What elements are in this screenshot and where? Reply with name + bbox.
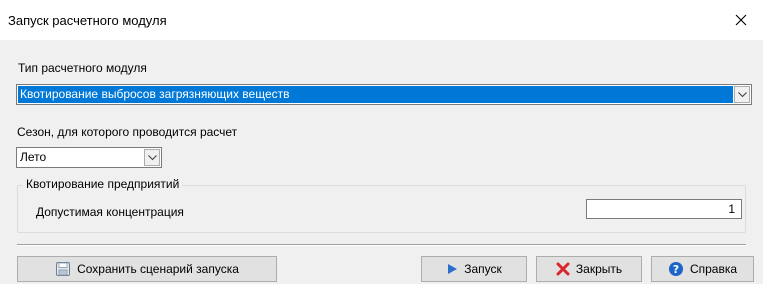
dialog-body: Тип расчетного модуля Квотирование выбро…: [0, 40, 763, 284]
window-close-button[interactable]: [719, 0, 763, 40]
help-button[interactable]: ? Справка: [651, 256, 754, 282]
close-label: Закрыть: [575, 262, 623, 276]
season-label: Сезон, для которого проводится расчет: [17, 125, 238, 139]
quota-group-legend: Квотирование предприятий: [23, 177, 183, 191]
close-button[interactable]: Закрыть: [536, 256, 642, 282]
run-button[interactable]: Запуск: [421, 256, 527, 282]
play-triangle-icon: [446, 263, 458, 275]
run-label: Запуск: [464, 262, 502, 276]
floppy-disk-icon: [55, 261, 71, 277]
season-dropdown-button[interactable]: [144, 149, 160, 166]
chevron-down-icon: [147, 154, 157, 160]
module-type-dropdown-button[interactable]: [734, 86, 750, 103]
window-title: Запуск расчетного модуля: [8, 13, 167, 28]
help-label: Справка: [689, 262, 738, 276]
season-select[interactable]: Лето: [16, 147, 162, 168]
save-scenario-label: Сохранить сценарий запуска: [77, 262, 239, 276]
allowed-concentration-label: Допустимая концентрация: [36, 205, 184, 219]
red-x-icon: [556, 262, 570, 276]
button-separator: [17, 244, 746, 246]
svg-text:?: ?: [673, 263, 679, 276]
module-type-label: Тип расчетного модуля: [18, 61, 147, 75]
module-type-value: Квотирование выбросов загрязняющих вещес…: [18, 86, 733, 103]
close-icon: [735, 14, 747, 26]
chevron-down-icon: [737, 91, 747, 97]
save-scenario-button[interactable]: Сохранить сценарий запуска: [17, 256, 277, 282]
allowed-concentration-input[interactable]: 1: [586, 199, 742, 219]
window-titlebar: Запуск расчетного модуля: [0, 0, 763, 40]
help-question-icon: ?: [668, 261, 684, 277]
season-value: Лето: [20, 150, 47, 164]
module-type-select[interactable]: Квотирование выбросов загрязняющих вещес…: [16, 84, 752, 105]
